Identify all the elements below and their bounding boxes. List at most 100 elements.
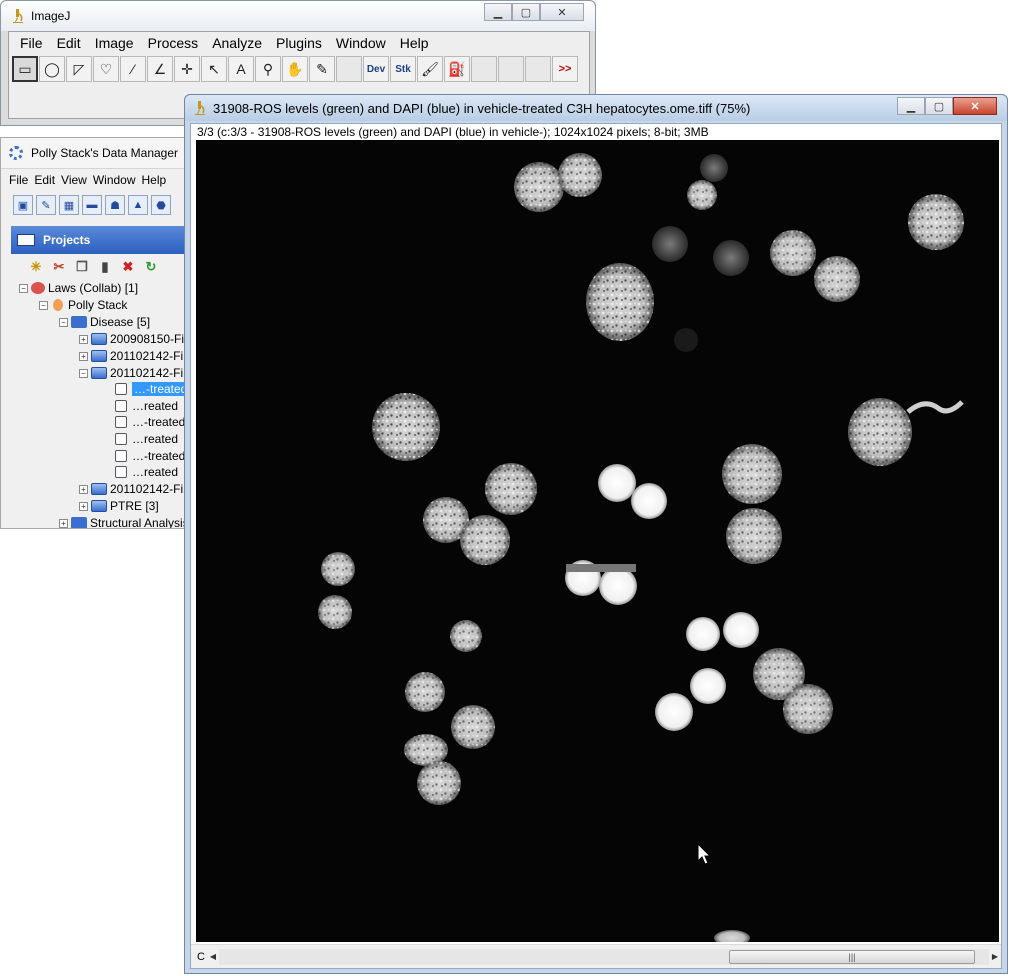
people-button[interactable]: ☗ [105, 195, 125, 215]
expand-icon[interactable]: + [59, 518, 68, 528]
minimize-button[interactable]: ▁ [897, 97, 925, 115]
tree-node-image[interactable]: …reated [115, 431, 178, 447]
delete-button[interactable]: ✖ [119, 258, 137, 276]
imagej-titlebar[interactable]: ImageJ ▁ ▢ ✕ [1, 1, 595, 31]
paste-button[interactable]: ▮ [96, 258, 114, 276]
tags-button[interactable]: ▲ [128, 195, 148, 215]
menu-window[interactable]: Window [329, 35, 393, 51]
refresh-button[interactable]: ↻ [142, 258, 160, 276]
image-canvas[interactable] [196, 140, 999, 946]
tree-node[interactable]: + 201102142-Fi [79, 348, 183, 364]
text-tool[interactable]: A [228, 56, 254, 82]
cut-button[interactable]: ✂ [50, 258, 68, 276]
more-tools-button[interactable]: >> [552, 56, 578, 82]
delete-icon: ✖ [122, 259, 134, 274]
line-tool[interactable]: ⁄ [120, 56, 146, 82]
tree-node-image[interactable]: …reated [115, 464, 178, 480]
flood-fill-tool[interactable]: ⛽ [444, 56, 470, 82]
wand-tool[interactable]: ↖ [201, 56, 227, 82]
hand-tool[interactable]: ✋ [282, 56, 308, 82]
data-manager-titlebar[interactable]: Polly Stack's Data Manager [1, 138, 185, 168]
tree-node[interactable]: + Structural Analysis [59, 515, 185, 528]
monitor-button[interactable]: ▬ [82, 195, 102, 215]
oval-tool[interactable]: ◯ [39, 56, 65, 82]
close-icon: ✕ [557, 6, 567, 19]
brush-icon: 🖌 [421, 60, 439, 77]
dm-menu-help[interactable]: Help [142, 173, 167, 187]
angle-icon: ∠ [153, 60, 167, 77]
menu-plugins[interactable]: Plugins [269, 35, 329, 51]
image-window-titlebar[interactable]: 31908-ROS levels (green) and DAPI (blue)… [185, 95, 1007, 121]
menu-file[interactable]: File [13, 35, 50, 51]
tree-node[interactable]: − Disease [5] [59, 314, 150, 330]
tree-node-image[interactable]: …-treated [115, 448, 185, 464]
user-icon [53, 299, 63, 311]
scrollbar-track[interactable]: ||| [219, 948, 989, 965]
new-item-button[interactable]: ✳ [27, 258, 45, 276]
tree-label: …-treated [132, 382, 185, 396]
image-file-icon [115, 433, 127, 445]
close-button[interactable]: ✕ [953, 97, 997, 115]
expand-icon[interactable]: + [79, 334, 88, 344]
tree-label: Polly Stack [68, 298, 128, 312]
tree-node-image[interactable]: …reated [115, 398, 178, 414]
scissors-icon: ✂ [53, 259, 65, 274]
point-tool[interactable]: ✛ [174, 56, 200, 82]
collapse-icon[interactable]: − [59, 317, 68, 327]
channel-label: C [197, 950, 205, 963]
tree-node[interactable]: − 201102142-Fi [79, 365, 183, 381]
tree-node[interactable]: + 201102142-Fi [79, 481, 183, 497]
close-button[interactable]: ✕ [540, 3, 584, 21]
polygon-tool[interactable]: ◸ [66, 56, 92, 82]
tree-node-image[interactable]: …-treated [115, 414, 185, 430]
grid-button[interactable]: ▦ [59, 195, 79, 215]
import-button[interactable]: ⬣ [151, 195, 171, 215]
scroll-left-arrow-icon[interactable]: ◀ [207, 952, 219, 961]
menu-process[interactable]: Process [141, 35, 206, 51]
maximize-button[interactable]: ▢ [512, 3, 540, 21]
tree-node[interactable]: + PTRE [3] [79, 498, 159, 514]
menu-help[interactable]: Help [393, 35, 436, 51]
expand-icon[interactable]: + [79, 501, 88, 511]
new-window-button[interactable]: ▣ [13, 195, 33, 215]
tree-label: 200908150-Fi [110, 332, 185, 346]
menu-edit[interactable]: Edit [50, 35, 88, 51]
image-file-icon [115, 416, 127, 428]
expand-icon[interactable]: + [79, 351, 88, 361]
mouse-cursor-icon [697, 842, 712, 865]
scrollbar-thumb[interactable]: ||| [729, 949, 975, 964]
dm-menu-window[interactable]: Window [93, 173, 136, 187]
brush-tool[interactable]: 🖌 [417, 56, 443, 82]
paint-bucket-icon: ⛽ [448, 60, 466, 77]
dm-menu-file[interactable]: File [9, 173, 28, 187]
tree-node-image[interactable]: …-treated [115, 381, 185, 397]
tree-node[interactable]: − Laws (Collab) [1] [19, 280, 138, 296]
menu-analyze[interactable]: Analyze [205, 35, 269, 51]
hand-icon: ✋ [286, 60, 304, 77]
minimize-button[interactable]: ▁ [484, 3, 512, 21]
tags-icon: ▲ [132, 199, 144, 211]
zoom-tool[interactable]: ⚲ [255, 56, 281, 82]
expand-icon[interactable]: + [79, 484, 88, 494]
tree-node[interactable]: − Polly Stack [39, 297, 127, 313]
edit-button[interactable]: ✎ [36, 195, 56, 215]
collapse-icon[interactable]: − [39, 300, 48, 310]
freehand-tool[interactable]: ♡ [93, 56, 119, 82]
collapse-icon[interactable]: − [79, 368, 88, 378]
rectangle-tool[interactable]: ▭ [12, 56, 38, 82]
collapse-icon[interactable]: − [19, 283, 28, 293]
tree-label: Disease [5] [90, 315, 151, 329]
maximize-button[interactable]: ▢ [925, 97, 953, 115]
dev-tool[interactable]: Dev [363, 56, 389, 82]
dropper-tool[interactable]: ✎ [309, 56, 335, 82]
tree-node[interactable]: + 200908150-Fi [79, 331, 184, 347]
dm-menu-view[interactable]: View [61, 173, 87, 187]
dm-menu-edit[interactable]: Edit [34, 173, 55, 187]
menu-image[interactable]: Image [88, 35, 141, 51]
angle-tool[interactable]: ∠ [147, 56, 173, 82]
copy-button[interactable]: ❐ [73, 258, 91, 276]
projects-panel-header[interactable]: Projects [11, 226, 185, 254]
scroll-right-arrow-icon[interactable]: ▶ [989, 952, 1001, 961]
image-window: 31908-ROS levels (green) and DAPI (blue)… [184, 94, 1008, 974]
stk-tool[interactable]: Stk [390, 56, 416, 82]
